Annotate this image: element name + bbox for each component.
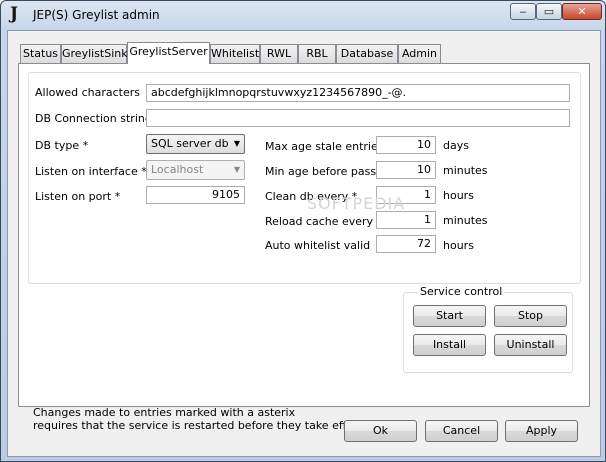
- restart-note: Changes made to entries marked with a as…: [33, 406, 367, 432]
- listen-interface-label: Listen on interface *: [35, 165, 147, 178]
- allowed-chars-input[interactable]: abcdefghijklmnopqrstuvwxyz1234567890_-@.: [146, 84, 570, 102]
- db-type-label: DB type *: [35, 139, 89, 152]
- restart-note-line-1: Changes made to entries marked with a as…: [33, 406, 296, 419]
- close-button[interactable]: ✕: [562, 3, 602, 20]
- restart-note-line-2: requires that the service is restarted b…: [33, 419, 368, 432]
- listen-port-input[interactable]: 9105: [146, 186, 245, 204]
- settings-group: [28, 72, 581, 284]
- cancel-button[interactable]: Cancel: [425, 420, 498, 442]
- window-title: JEP(S) Greylist admin: [33, 8, 160, 22]
- max-age-unit: days: [443, 139, 469, 152]
- stop-button[interactable]: Stop: [494, 305, 567, 327]
- minimize-button[interactable]: ‒: [510, 3, 536, 20]
- tab-greylistserver[interactable]: GreylistServer: [127, 42, 210, 64]
- chevron-down-icon: ▼: [233, 165, 240, 174]
- maximize-button[interactable]: ▭: [536, 3, 562, 20]
- app-icon: J: [10, 4, 19, 24]
- tab-admin[interactable]: Admin: [398, 44, 441, 63]
- max-age-input[interactable]: 10: [376, 136, 436, 154]
- ok-button[interactable]: Ok: [344, 420, 417, 442]
- service-control-title: Service control: [418, 285, 505, 298]
- min-age-input[interactable]: 10: [376, 161, 436, 179]
- clean-db-unit: hours: [443, 189, 474, 202]
- chevron-down-icon: ▼: [233, 139, 240, 148]
- reload-cache-input[interactable]: 1: [376, 211, 436, 229]
- auto-whitelist-unit: hours: [443, 239, 474, 252]
- client-area: Status GreylistSink GreylistServer White…: [7, 30, 601, 457]
- auto-whitelist-label: Auto whitelist valid: [265, 239, 371, 252]
- min-age-unit: minutes: [443, 164, 488, 177]
- db-connection-input[interactable]: [146, 109, 570, 127]
- listen-interface-select[interactable]: Localhost ▼: [146, 160, 245, 180]
- auto-whitelist-input[interactable]: 72: [376, 235, 436, 253]
- listen-port-label: Listen on port *: [35, 190, 121, 203]
- min-age-label: Min age before pass: [265, 165, 377, 178]
- db-connection-label: DB Connection string *: [35, 112, 161, 125]
- watermark: SOFTPEDIA: [307, 194, 406, 213]
- listen-interface-value: Localhost: [151, 163, 204, 176]
- tab-greylistsink[interactable]: GreylistSink: [61, 44, 128, 63]
- install-button[interactable]: Install: [413, 334, 486, 356]
- main-window: J JEP(S) Greylist admin ‒ ▭ ✕ Status Gre…: [0, 0, 606, 462]
- tab-panel: Allowed characters abcdefghijklmnopqrstu…: [18, 63, 590, 432]
- allowed-chars-label: Allowed characters: [35, 86, 141, 99]
- tab-rbl[interactable]: RBL: [298, 44, 336, 63]
- max-age-label: Max age stale entries: [265, 140, 384, 153]
- db-type-value: SQL server db: [151, 137, 229, 150]
- tab-database[interactable]: Database: [336, 44, 398, 63]
- start-button[interactable]: Start: [413, 305, 486, 327]
- reload-cache-label: Reload cache every *: [265, 215, 383, 228]
- tab-rwl[interactable]: RWL: [260, 44, 298, 63]
- tab-whitelist[interactable]: Whitelist: [210, 44, 260, 63]
- reload-cache-unit: minutes: [443, 214, 488, 227]
- db-type-select[interactable]: SQL server db ▼: [146, 134, 245, 154]
- uninstall-button[interactable]: Uninstall: [494, 334, 567, 356]
- tab-status[interactable]: Status: [20, 44, 61, 63]
- apply-button[interactable]: Apply: [505, 420, 578, 442]
- title-bar[interactable]: J JEP(S) Greylist admin ‒ ▭ ✕: [1, 1, 605, 29]
